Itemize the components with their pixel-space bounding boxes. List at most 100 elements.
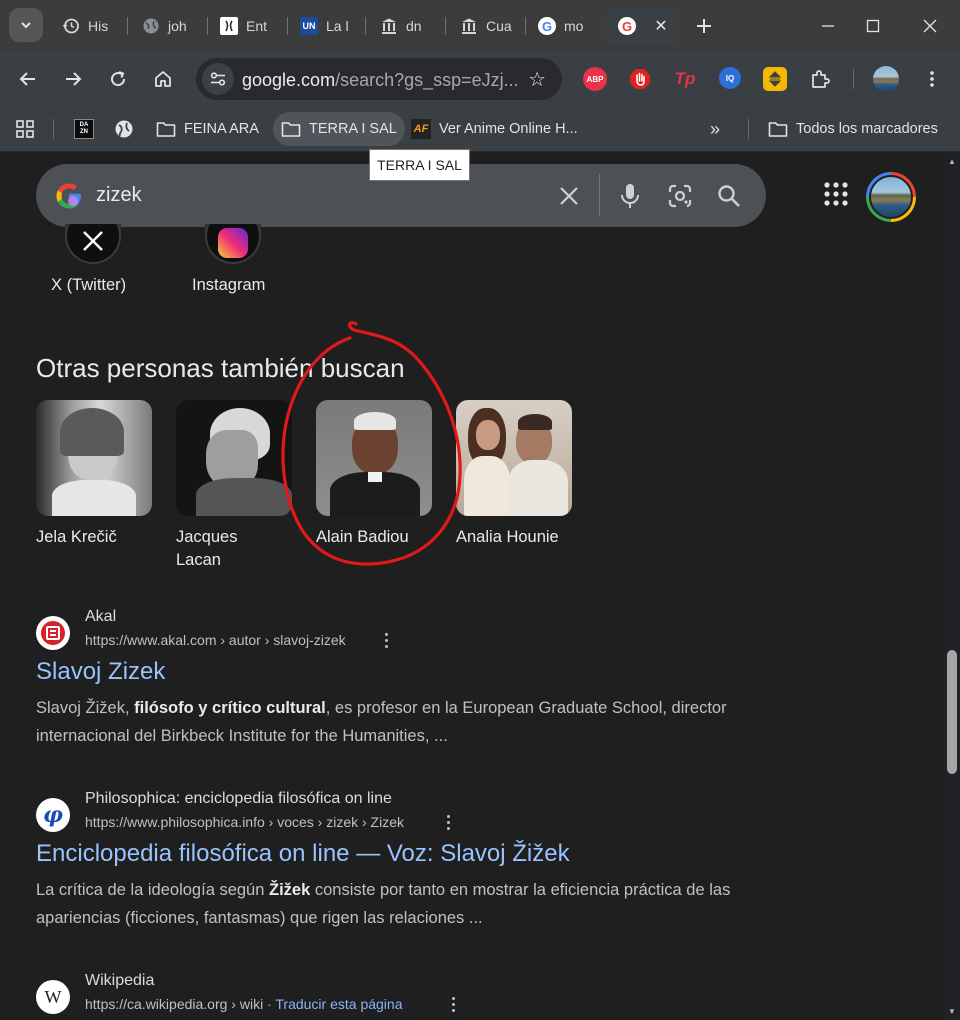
result-menu-icon[interactable] (446, 994, 460, 1014)
google-logo-icon[interactable] (54, 181, 84, 211)
result-site-name[interactable]: Wikipedia (85, 972, 154, 990)
all-bookmarks-label: Todos los marcadores (796, 121, 938, 137)
tab-cua[interactable]: Cua (448, 8, 522, 44)
hand-stop-icon[interactable] (628, 67, 652, 91)
bookmark-globe[interactable] (106, 112, 150, 146)
tab-separator (127, 17, 128, 35)
search-result: W Wikipedia https://ca.wikipedia.org › w… (36, 972, 816, 1020)
x-twitter-profile[interactable] (65, 224, 121, 264)
globe-icon (114, 119, 134, 139)
person-card[interactable]: Alain Badiou (316, 400, 432, 549)
scrollbar-thumb[interactable] (947, 650, 957, 774)
person-card[interactable]: Analia Hounie (456, 400, 572, 549)
all-bookmarks[interactable]: Todos los marcadores (760, 112, 946, 146)
double-chevron-icon: » (710, 118, 721, 139)
result-url[interactable]: https://www.akal.com › autor › slavoj-zi… (85, 632, 346, 648)
sort-extension-icon[interactable] (763, 67, 787, 91)
page-scrollbar[interactable]: ▲ ▼ (944, 152, 960, 1020)
dazn-icon: DA ZN (74, 119, 94, 139)
x-twitter-label[interactable]: X (Twitter) (51, 276, 126, 295)
apps-shortcut[interactable] (8, 112, 42, 146)
tab-search-button[interactable] (9, 8, 43, 42)
scroll-down-arrow-icon[interactable]: ▼ (947, 1006, 957, 1016)
tab-dn[interactable]: dn (368, 8, 442, 44)
instagram-label[interactable]: Instagram (192, 276, 265, 295)
puzzle-icon (812, 70, 830, 88)
toolbar-separator (853, 69, 854, 89)
result-title-link[interactable]: Slavoj Zizek (36, 658, 165, 686)
tab-la[interactable]: UN La l (288, 8, 362, 44)
people-also-search-title: Otras personas también buscan (36, 353, 405, 383)
translate-page-link[interactable]: · Traducir esta página (263, 996, 402, 1012)
result-url[interactable]: https://ca.wikipedia.org › wiki · Traduc… (85, 996, 402, 1012)
address-bar[interactable]: google.com/search?gs_ssp=eJzj... ☆ (196, 58, 562, 100)
chevron-down-icon (21, 22, 31, 29)
tab-label: Ent (246, 18, 268, 34)
institution-icon (460, 17, 478, 35)
bookmark-star-icon[interactable]: ☆ (528, 67, 546, 92)
more-bookmarks-button[interactable]: » (702, 112, 728, 146)
search-result: φ Philosophica: enciclopedia filosófica … (36, 790, 816, 930)
close-window-button[interactable] (910, 10, 950, 42)
profile-button[interactable] (870, 63, 902, 95)
search-query[interactable]: zizek (96, 184, 142, 207)
iq-extension-icon[interactable]: IQ (719, 67, 741, 89)
forward-button[interactable] (57, 63, 89, 95)
google-icon: G (538, 17, 556, 35)
avatar-image (869, 175, 913, 219)
site-info-button[interactable] (202, 63, 234, 95)
bookmark-anime[interactable]: AF Ver Anime Online H... (403, 112, 586, 146)
scroll-up-arrow-icon[interactable]: ▲ (947, 156, 957, 166)
arrow-left-icon (19, 72, 35, 86)
result-site-name[interactable]: Philosophica: enciclopedia filosófica on… (85, 790, 392, 808)
google-icon: G (618, 17, 636, 35)
tab-ent[interactable]: Ent (208, 8, 284, 44)
clear-search-icon[interactable] (555, 182, 583, 210)
bookmark-dazn[interactable]: DA ZN (66, 112, 110, 146)
tab-active-google[interactable]: G ✕ (606, 8, 678, 44)
bookmark-feina-ara[interactable]: FEINA ARA (148, 112, 267, 146)
microphone-icon[interactable] (616, 182, 644, 210)
instagram-profile[interactable] (205, 224, 261, 264)
search-results-page: zizek X (Twitter) Instagram Otras person… (0, 152, 944, 1020)
close-icon (923, 19, 937, 33)
maximize-button[interactable] (853, 10, 893, 42)
url-text[interactable]: google.com/search?gs_ssp=eJzj... (242, 70, 519, 91)
result-url[interactable]: https://www.philosophica.info › voces › … (85, 814, 404, 830)
reload-button[interactable] (102, 63, 134, 95)
akal-favicon-icon (36, 616, 70, 650)
close-tab-icon[interactable]: ✕ (652, 17, 670, 35)
chrome-menu-button[interactable] (916, 63, 948, 95)
tab-mo[interactable]: G mo (526, 8, 602, 44)
account-avatar[interactable] (866, 172, 916, 222)
search-result: Akal https://www.akal.com › autor › slav… (36, 608, 816, 748)
snippet-text: Slavoj Žižek, (36, 699, 135, 717)
google-apps-icon[interactable] (824, 182, 848, 206)
new-tab-button[interactable] (688, 10, 720, 42)
bookmarks-separator (748, 119, 749, 139)
back-button[interactable] (12, 63, 44, 95)
bookmark-terra-i-sal[interactable]: TERRA I SAL (273, 112, 405, 146)
adblock-plus-icon[interactable]: ABP (583, 67, 607, 91)
tp-extension-icon[interactable]: Tp (673, 67, 697, 91)
extensions-button[interactable] (804, 63, 836, 95)
profile-avatar (873, 66, 899, 92)
tab-history[interactable]: His (50, 8, 124, 44)
wikipedia-favicon-icon: W (36, 980, 70, 1014)
tab-joh[interactable]: joh (130, 8, 204, 44)
home-button[interactable] (147, 63, 179, 95)
plus-icon (697, 19, 711, 33)
minimize-button[interactable] (808, 10, 848, 42)
result-title-link[interactable]: Enciclopedia filosófica on line — Voz: S… (36, 840, 570, 868)
tab-label: La l (326, 18, 349, 34)
result-menu-icon[interactable] (379, 630, 393, 650)
result-site-name[interactable]: Akal (85, 608, 116, 626)
un-icon: UN (300, 17, 318, 35)
google-lens-icon[interactable] (666, 182, 694, 210)
tab-label: Cua (486, 18, 512, 34)
search-icon[interactable] (715, 182, 743, 210)
person-card[interactable]: Jacques Lacan (176, 400, 292, 572)
reload-icon (111, 71, 126, 87)
person-card[interactable]: Jela Krečič (36, 400, 152, 549)
result-menu-icon[interactable] (441, 812, 455, 832)
